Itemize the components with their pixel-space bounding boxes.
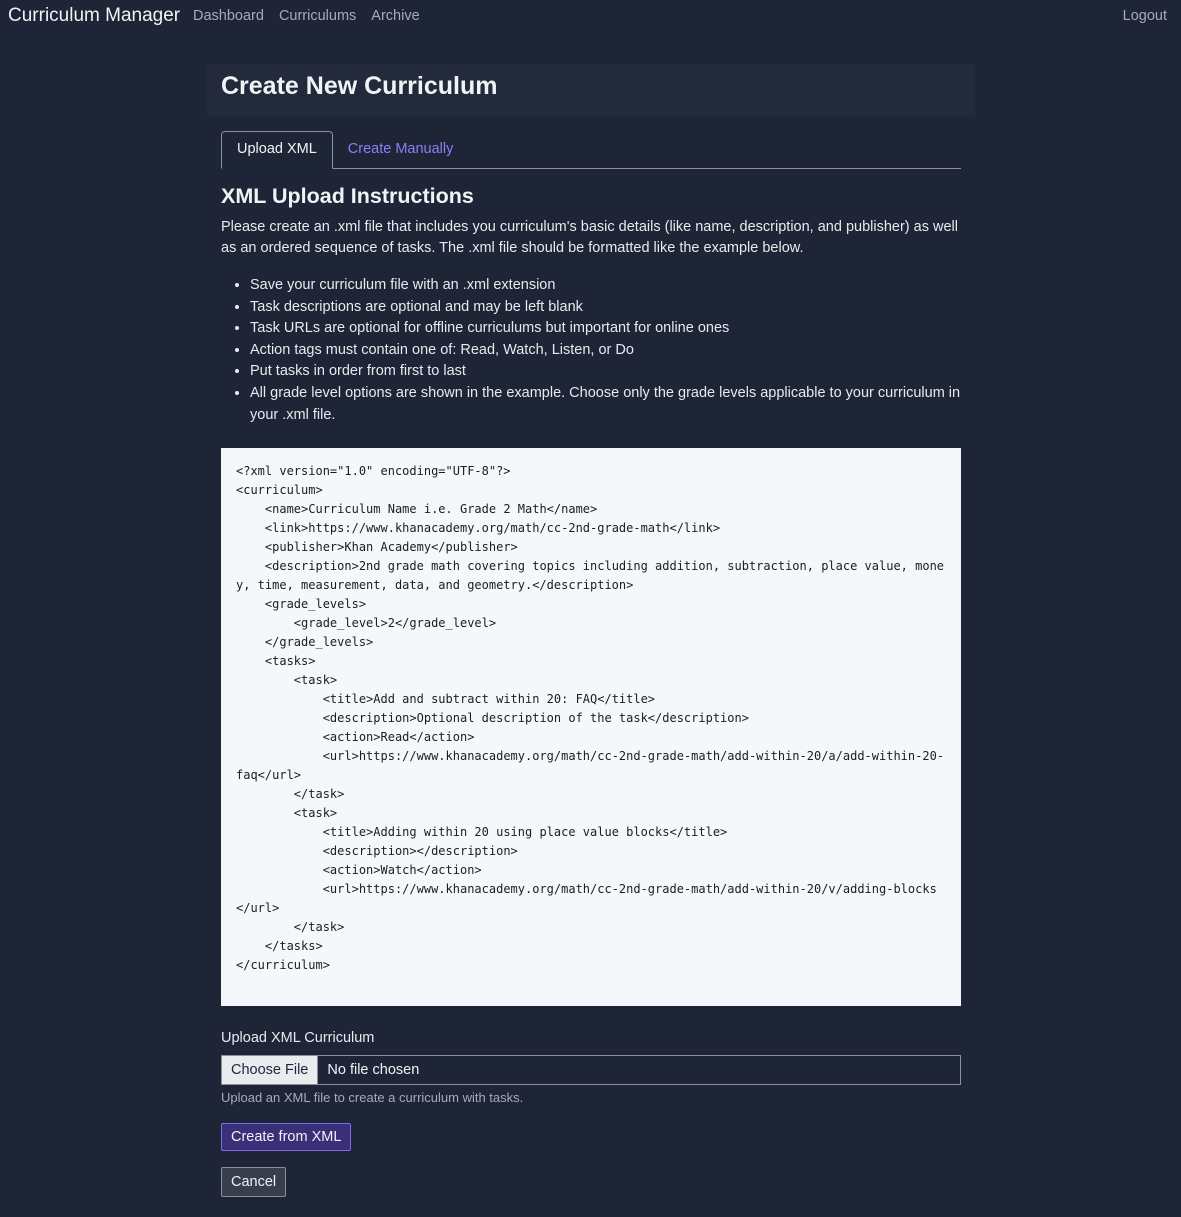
choose-file-button[interactable]: Choose File	[222, 1056, 319, 1085]
rule-item: Task URLs are optional for offline curri…	[250, 318, 961, 340]
rule-item: Action tags must contain one of: Read, W…	[250, 340, 961, 362]
cancel-button[interactable]: Cancel	[221, 1167, 287, 1198]
file-status-text: No file chosen	[327, 1062, 420, 1079]
logout-link[interactable]: Logout	[1123, 8, 1167, 24]
content-area: Upload XML Create Manually XML Upload In…	[207, 131, 975, 1198]
file-input[interactable]: Choose File No file chosen	[221, 1055, 961, 1086]
xml-example-code: <?xml version="1.0" encoding="UTF-8"?> <…	[221, 448, 961, 1007]
instructions-paragraph: Please create an .xml file that includes…	[221, 219, 958, 256]
instructions-heading: XML Upload Instructions	[221, 184, 474, 208]
rule-item: Put tasks in order from first to last	[250, 361, 961, 383]
submit-row: Create from XML	[221, 1105, 961, 1152]
page-title: Create New Curriculum	[221, 71, 498, 100]
nav-link-archive[interactable]: Archive	[371, 8, 419, 24]
brand-link[interactable]: Curriculum Manager	[8, 5, 180, 27]
rule-item: Task descriptions are optional and may b…	[250, 297, 961, 319]
nav-link-curriculums[interactable]: Curriculums	[279, 8, 356, 24]
nav-link-dashboard[interactable]: Dashboard	[193, 8, 264, 24]
rules-list: Save your curriculum file with an .xml e…	[221, 275, 961, 426]
tab-create-manually[interactable]: Create Manually	[333, 131, 469, 168]
rule-item: All grade level options are shown in the…	[250, 383, 961, 426]
main-container: Create New Curriculum Upload XML Create …	[207, 64, 975, 1198]
upload-help-text: Upload an XML file to create a curriculu…	[221, 1090, 524, 1106]
top-navbar: Curriculum Manager Dashboard Curriculums…	[0, 0, 1181, 34]
nav-links: Dashboard Curriculums Archive	[193, 8, 435, 24]
tab-bar: Upload XML Create Manually	[221, 131, 961, 169]
tab-upload-xml[interactable]: Upload XML	[221, 131, 333, 169]
cancel-row: Cancel	[221, 1151, 961, 1198]
create-from-xml-button[interactable]: Create from XML	[221, 1123, 352, 1152]
rule-item: Save your curriculum file with an .xml e…	[250, 275, 961, 297]
upload-label: Upload XML Curriculum	[221, 1030, 375, 1047]
page-header: Create New Curriculum	[207, 64, 975, 116]
